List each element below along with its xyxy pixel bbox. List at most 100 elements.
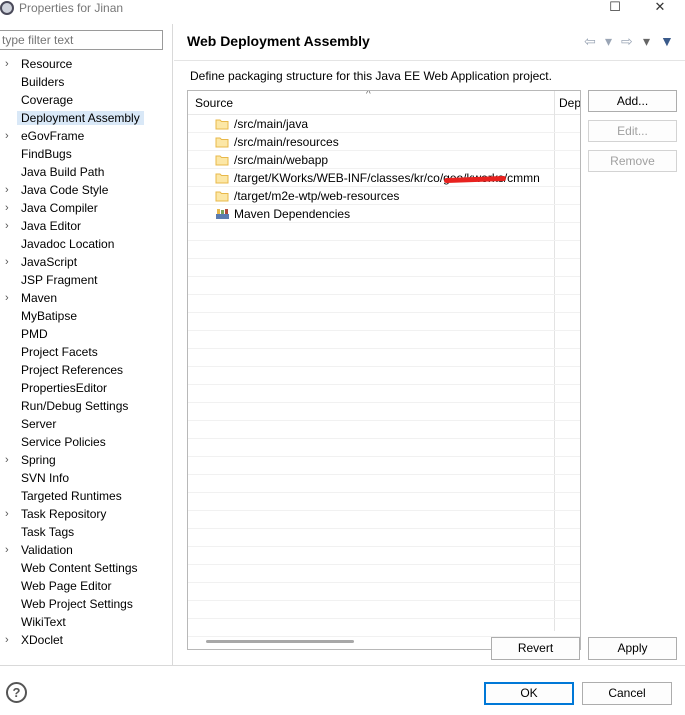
tree-item-label: WikiText bbox=[21, 615, 66, 629]
tree-item[interactable]: › XDoclet bbox=[0, 631, 173, 649]
forward-menu-icon[interactable]: ▾ bbox=[643, 33, 650, 50]
tree-item[interactable]: PMD bbox=[0, 325, 173, 343]
remove-button[interactable]: Remove bbox=[588, 150, 677, 172]
empty-row bbox=[188, 259, 580, 277]
chevron-right-icon[interactable]: › bbox=[5, 127, 15, 145]
tree-item[interactable]: Service Policies bbox=[0, 433, 173, 451]
column-source[interactable]: Source bbox=[195, 96, 233, 110]
chevron-right-icon[interactable]: › bbox=[5, 505, 15, 523]
chevron-right-icon[interactable]: › bbox=[5, 253, 15, 271]
cancel-button[interactable]: Cancel bbox=[582, 682, 672, 705]
chevron-right-icon[interactable]: › bbox=[5, 289, 15, 307]
source-path: /target/m2e-wtp/web-resources bbox=[234, 189, 400, 203]
tree-item-label: JavaScript bbox=[21, 255, 78, 269]
folder-icon bbox=[215, 172, 229, 187]
chevron-right-icon[interactable]: › bbox=[5, 55, 15, 73]
sort-caret-icon: ^ bbox=[366, 90, 371, 100]
tree-item[interactable]: › Java Editor bbox=[0, 217, 173, 235]
tree-item[interactable]: FindBugs bbox=[0, 145, 173, 163]
maximize-icon[interactable]: ☐ bbox=[605, 0, 625, 16]
empty-row bbox=[188, 349, 580, 367]
chevron-right-icon[interactable]: › bbox=[5, 631, 15, 649]
tree-item[interactable]: SVN Info bbox=[0, 469, 173, 487]
tree-item[interactable]: › Maven bbox=[0, 289, 173, 307]
tree-item[interactable]: PropertiesEditor bbox=[0, 379, 173, 397]
tree-item[interactable]: JSP Fragment bbox=[0, 271, 173, 289]
column-deploy-path[interactable]: Dep bbox=[559, 96, 580, 110]
tree-item[interactable]: Project Facets bbox=[0, 343, 173, 361]
tree-item-label: Server bbox=[21, 417, 57, 431]
table-row[interactable]: /src/main/webapp/ bbox=[188, 151, 580, 169]
tree-item-label: Java Compiler bbox=[21, 201, 98, 215]
tree-item[interactable]: Project References bbox=[0, 361, 173, 379]
tree-item[interactable]: MyBatipse bbox=[0, 307, 173, 325]
tree-item[interactable]: › JavaScript bbox=[0, 253, 173, 271]
chevron-right-icon[interactable]: › bbox=[5, 541, 15, 559]
tree-item[interactable]: WikiText bbox=[0, 613, 173, 631]
tree-item-label: Targeted Runtimes bbox=[21, 489, 122, 503]
tree-item[interactable]: Java Build Path bbox=[0, 163, 173, 181]
chevron-right-icon[interactable]: › bbox=[5, 217, 15, 235]
page-title: Web Deployment Assembly bbox=[187, 33, 370, 49]
view-menu-icon[interactable]: ▼ bbox=[660, 33, 674, 49]
source-path: Maven Dependencies bbox=[234, 207, 351, 221]
library-icon bbox=[215, 208, 231, 223]
chevron-right-icon[interactable]: › bbox=[5, 181, 15, 199]
property-page: Web Deployment Assembly ⇦ ▾ ⇨ ▾ ▼ Define… bbox=[174, 24, 685, 665]
tree-item-label: Project Facets bbox=[21, 345, 98, 359]
tree-item[interactable]: Javadoc Location bbox=[0, 235, 173, 253]
table-row[interactable]: /src/main/resourcesW bbox=[188, 133, 580, 151]
table-row[interactable]: /target/KWorks/WEB-INF/classes/kr/co/geo… bbox=[188, 169, 580, 187]
tree-item[interactable]: › Spring bbox=[0, 451, 173, 469]
tree-item[interactable]: › Java Code Style bbox=[0, 181, 173, 199]
app-icon bbox=[0, 1, 14, 15]
tree-item[interactable]: Builders bbox=[0, 73, 173, 91]
empty-row bbox=[188, 601, 580, 619]
empty-row bbox=[188, 493, 580, 511]
tree-item-label: Resource bbox=[21, 57, 73, 71]
forward-arrow-icon[interactable]: ⇨ bbox=[621, 33, 633, 50]
table-row[interactable]: Maven DependenciesW bbox=[188, 205, 580, 223]
back-arrow-icon[interactable]: ⇦ bbox=[584, 33, 596, 50]
tree-item-label: Project References bbox=[21, 363, 124, 377]
tree-item[interactable]: Deployment Assembly bbox=[0, 109, 173, 127]
ok-button[interactable]: OK bbox=[484, 682, 574, 705]
folder-icon bbox=[215, 136, 229, 151]
tree-item[interactable]: Server bbox=[0, 415, 173, 433]
tree-item[interactable]: › eGovFrame bbox=[0, 127, 173, 145]
source-path: /src/main/java bbox=[234, 117, 309, 131]
back-menu-icon[interactable]: ▾ bbox=[605, 33, 612, 50]
assembly-table[interactable]: ^ Source Dep /src/main/javaW/src/main/re… bbox=[187, 90, 581, 650]
horizontal-scrollbar[interactable] bbox=[206, 640, 354, 643]
tree-item-label: Web Page Editor bbox=[21, 579, 112, 593]
tree-item[interactable]: Run/Debug Settings bbox=[0, 397, 173, 415]
tree-item-label: eGovFrame bbox=[21, 129, 85, 143]
tree-item[interactable]: Coverage bbox=[0, 91, 173, 109]
chevron-right-icon[interactable]: › bbox=[5, 451, 15, 469]
tree-item[interactable]: › Java Compiler bbox=[0, 199, 173, 217]
tree-item[interactable]: Web Project Settings bbox=[0, 595, 173, 613]
tree-item-label: Task Repository bbox=[21, 507, 107, 521]
tree-item[interactable]: › Validation bbox=[0, 541, 173, 559]
empty-row bbox=[188, 619, 580, 637]
table-row[interactable]: /target/m2e-wtp/web-resources/ bbox=[188, 187, 580, 205]
close-icon[interactable]: ✕ bbox=[650, 0, 670, 16]
filter-input[interactable] bbox=[0, 30, 163, 50]
add-button[interactable]: Add... bbox=[588, 90, 677, 112]
tree-item-label: MyBatipse bbox=[21, 309, 78, 323]
edit-button[interactable]: Edit... bbox=[588, 120, 677, 142]
chevron-right-icon[interactable]: › bbox=[5, 199, 15, 217]
tree-item[interactable]: Task Tags bbox=[0, 523, 173, 541]
tree-item[interactable]: Web Page Editor bbox=[0, 577, 173, 595]
help-icon[interactable]: ? bbox=[6, 682, 27, 703]
table-row[interactable]: /src/main/javaW bbox=[188, 115, 580, 133]
tree-item[interactable]: › Task Repository bbox=[0, 505, 173, 523]
tree-item-label: SVN Info bbox=[21, 471, 70, 485]
tree-item[interactable]: › Resource bbox=[0, 55, 173, 73]
empty-row bbox=[188, 547, 580, 565]
tree-item[interactable]: Targeted Runtimes bbox=[0, 487, 173, 505]
tree-item-label: Coverage bbox=[21, 93, 74, 107]
apply-button[interactable]: Apply bbox=[588, 637, 677, 660]
revert-button[interactable]: Revert bbox=[491, 637, 580, 660]
tree-item[interactable]: Web Content Settings bbox=[0, 559, 173, 577]
